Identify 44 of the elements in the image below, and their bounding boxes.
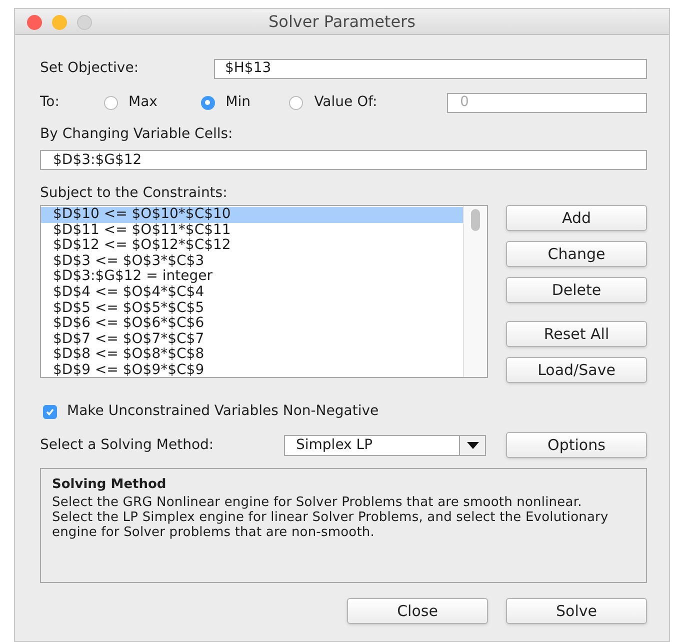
- radio-label: Value Of:: [314, 93, 378, 112]
- scrollbar-thumb[interactable]: [471, 209, 480, 231]
- constraint-item[interactable]: $D$7 <= $O$7*$C$7: [41, 332, 463, 348]
- constraint-item[interactable]: $D$12 <= $O$12*$C$12: [41, 238, 463, 254]
- to-label: To:: [40, 93, 60, 112]
- constraint-item[interactable]: $D$9 <= $O$9*$C$9: [41, 362, 463, 377]
- footer-button[interactable]: Close: [347, 598, 488, 624]
- constraint-item[interactable]: $D$4 <= $O$4*$C$4: [41, 284, 463, 301]
- variable-cells-label: By Changing Variable Cells:: [40, 125, 234, 144]
- constraint-item[interactable]: $D$11 <= $O$11*$C$11: [41, 222, 463, 238]
- constraints-label: Subject to the Constraints:: [40, 184, 228, 203]
- constraint-item[interactable]: $D$3:$G$12 = integer: [41, 269, 463, 285]
- constraint-button[interactable]: Load/Save: [506, 357, 647, 383]
- footer-button[interactable]: Solve: [506, 598, 647, 624]
- objective-label: Set Objective:: [40, 59, 140, 78]
- radio-button[interactable]: [104, 96, 118, 110]
- constraint-item[interactable]: $D$5 <= $O$5*$C$5: [41, 300, 463, 316]
- constraint-item[interactable]: $D$6 <= $O$6*$C$6: [41, 316, 463, 332]
- constraint-button[interactable]: Add: [506, 205, 647, 231]
- window-title: Solver Parameters: [268, 10, 416, 32]
- constraint-button[interactable]: Delete: [506, 277, 647, 303]
- checkbox-label: Make Unconstrained Variables Non-Negative: [67, 402, 379, 421]
- zoom-window-icon[interactable]: [77, 15, 92, 30]
- constraint-item[interactable]: $D$10 <= $O$10*$C$10: [41, 207, 463, 223]
- variable-cells-field[interactable]: $D$3:$G$12: [40, 150, 647, 170]
- description-text: Select the GRG Nonlinear engine for Solver Problems that are smooth nonlinear. Select the LP Simplex engine for linear Solver Problems, and select the Evolutionary engine for Solver problems that are non-smooth.: [52, 495, 610, 540]
- radio-button[interactable]: [289, 96, 304, 110]
- check-icon: [45, 406, 55, 416]
- method-dropdown[interactable]: Simplex LP: [284, 434, 486, 456]
- radio-label: Min: [226, 93, 251, 112]
- radio-button[interactable]: [200, 96, 215, 110]
- constraint-button[interactable]: Reset All: [506, 321, 647, 347]
- options-button[interactable]: Options: [506, 432, 647, 458]
- constraint-button[interactable]: Change: [506, 241, 647, 267]
- constraint-item[interactable]: $D$8 <= $O$8*$C$8: [41, 347, 463, 363]
- value-of-field[interactable]: 0: [446, 92, 647, 112]
- checkbox[interactable]: [43, 404, 57, 418]
- minimize-window-icon[interactable]: [52, 15, 67, 30]
- constraint-item[interactable]: $D$3 <= $O$3*$C$3: [41, 254, 463, 270]
- objective-field[interactable]: $H$13: [214, 58, 647, 78]
- close-window-icon[interactable]: [27, 15, 42, 30]
- method-label: Select a Solving Method:: [40, 436, 215, 454]
- radio-label: Max: [128, 93, 158, 112]
- description-title: Solving Method: [52, 477, 168, 492]
